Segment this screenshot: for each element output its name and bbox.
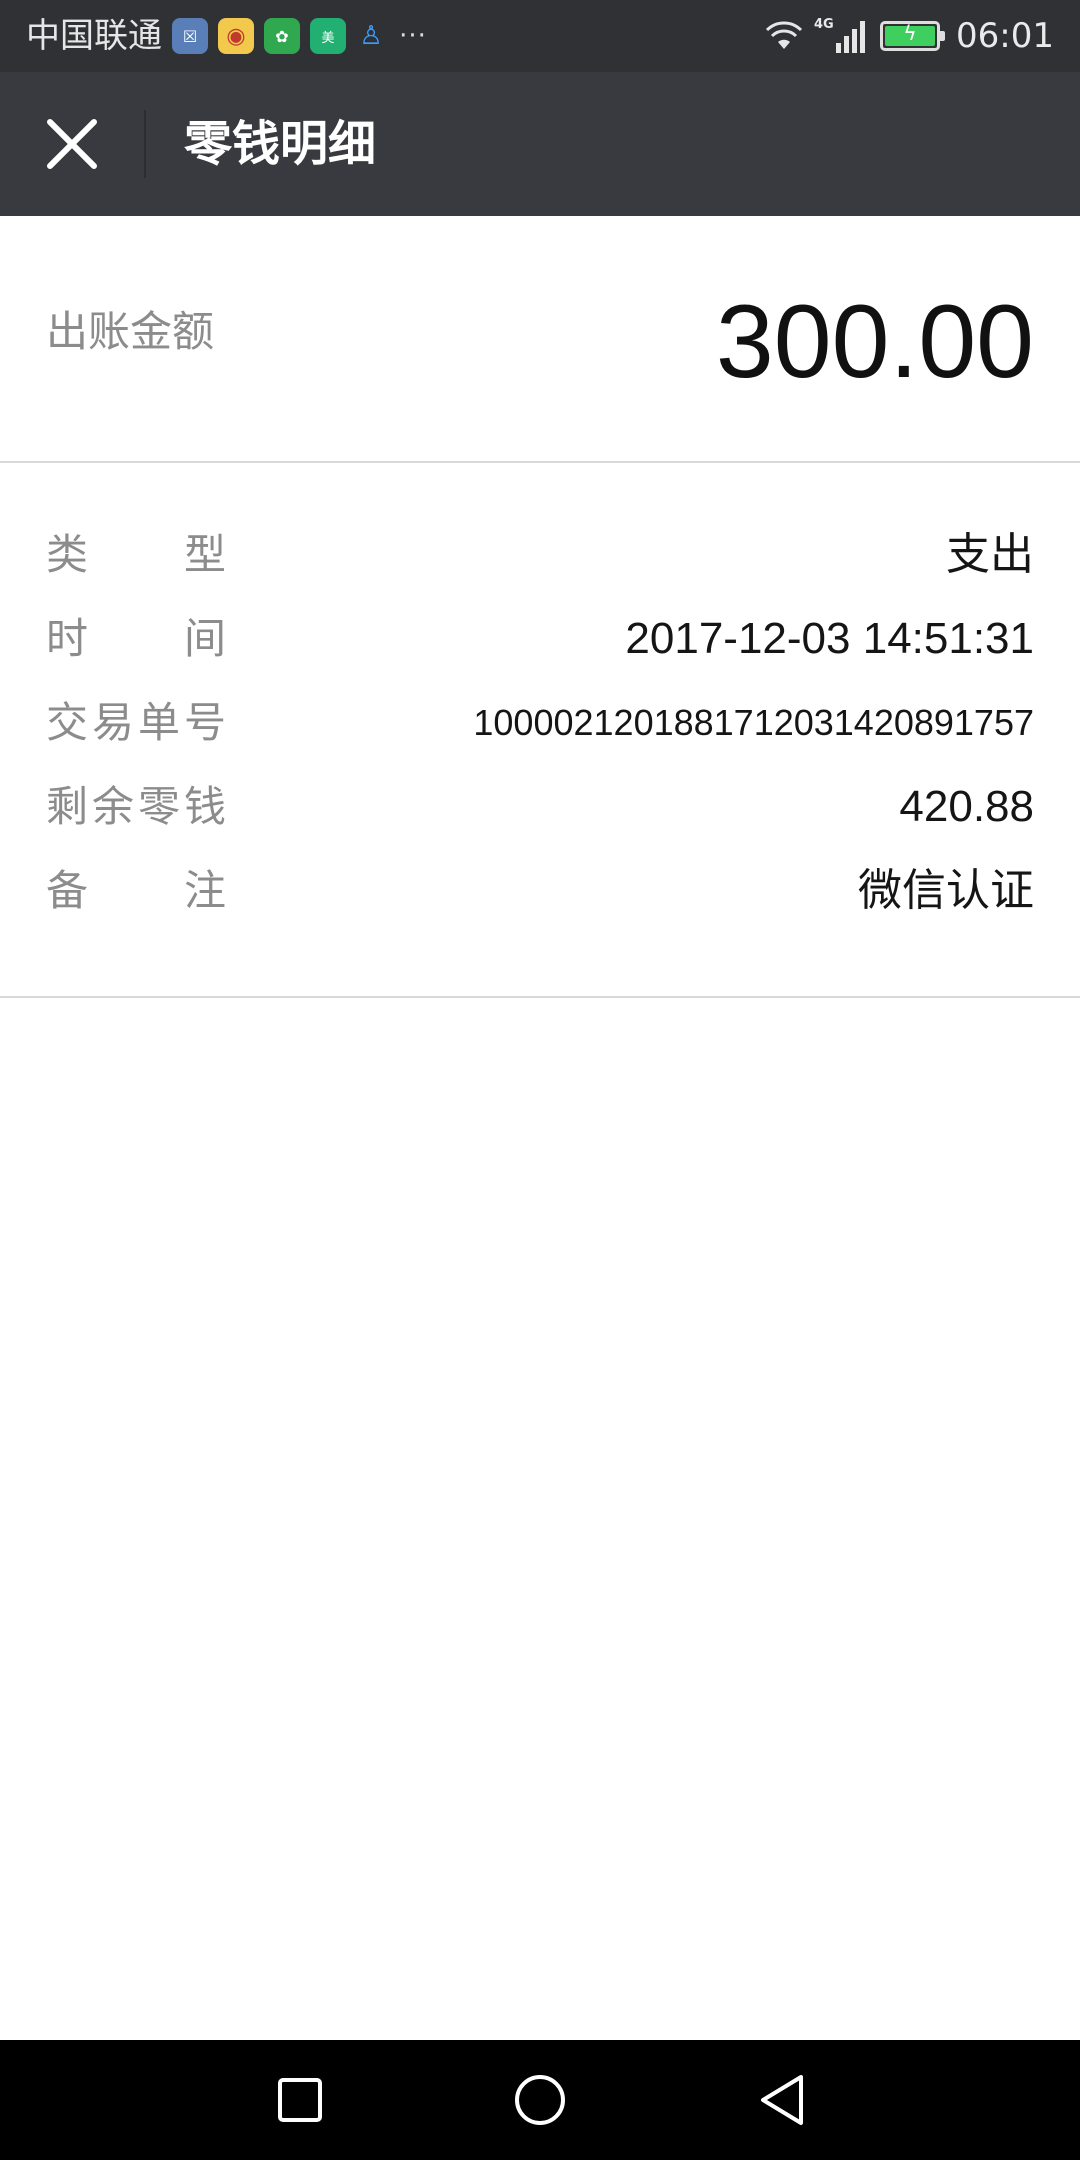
detail-row-remark: 备 注 微信认证 bbox=[0, 849, 1080, 933]
detail-label: 备 注 bbox=[46, 866, 226, 915]
detail-value-type: 支出 bbox=[946, 529, 1034, 580]
wifi-icon bbox=[765, 21, 803, 49]
system-nav-bar bbox=[0, 2040, 1080, 2160]
status-bar: 中国联通 ☒ ◉ ✿ 美 ♙ ··· 4G ϟ 06:01 bbox=[0, 0, 1080, 72]
close-button[interactable] bbox=[36, 108, 108, 180]
detail-value-balance: 420.88 bbox=[899, 782, 1034, 831]
circle-icon bbox=[515, 2075, 565, 2125]
qq-icon: ♙ bbox=[359, 21, 383, 51]
notification-icons: ☒ ◉ ✿ 美 ♙ ··· bbox=[172, 16, 430, 56]
close-icon bbox=[47, 119, 97, 169]
detail-label: 类 型 bbox=[46, 530, 226, 579]
amount-value: 300.00 bbox=[715, 284, 1034, 400]
amount-section: 出账金额 300.00 bbox=[0, 216, 1080, 463]
square-icon bbox=[278, 2078, 322, 2122]
app-icon: ☒ bbox=[172, 18, 208, 54]
detail-value-remark: 微信认证 bbox=[858, 865, 1034, 916]
status-indicators: 4G ϟ 06:01 bbox=[764, 14, 1054, 58]
detail-label: 剩 余 零 钱 bbox=[46, 782, 226, 831]
amount-label: 出账金额 bbox=[46, 307, 215, 356]
clock: 06:01 bbox=[956, 16, 1054, 56]
home-button[interactable] bbox=[510, 2070, 570, 2130]
detail-row-type: 类 型 支出 bbox=[0, 513, 1080, 597]
battery-icon: ϟ bbox=[880, 21, 946, 51]
detail-row-time: 时 间 2017-12-03 14:51:31 bbox=[0, 597, 1080, 681]
triangle-back-icon bbox=[761, 2075, 803, 2125]
meituan-icon: 美 bbox=[310, 18, 346, 54]
carrier-name: 中国联通 bbox=[26, 16, 162, 56]
detail-value-transaction-id: 100002120188171203142089​1757 bbox=[473, 702, 1034, 743]
detail-row-balance: 剩 余 零 钱 420.88 bbox=[0, 765, 1080, 849]
page-title: 零钱明细 bbox=[184, 116, 377, 172]
signal-icon: 4G bbox=[814, 17, 870, 53]
transaction-details: 类 型 支出 时 间 2017-12-03 14:51:31 交 易 单 号 1… bbox=[0, 463, 1080, 998]
detail-label: 交 易 单 号 bbox=[46, 698, 226, 747]
detail-label: 时 间 bbox=[46, 614, 226, 663]
detail-row-transaction-id: 交 易 单 号 100002120188171203142089​1757 bbox=[0, 681, 1080, 765]
detail-value-time: 2017-12-03 14:51:31 bbox=[625, 614, 1034, 663]
app-header: 零钱明细 bbox=[0, 72, 1080, 216]
header-divider bbox=[144, 110, 146, 178]
back-button[interactable] bbox=[752, 2070, 812, 2130]
recent-apps-button[interactable] bbox=[270, 2070, 330, 2130]
more-notifications-icon: ··· bbox=[399, 21, 427, 51]
wechat-pay-icon: ✿ bbox=[264, 18, 300, 54]
network-type: 4G bbox=[814, 17, 834, 32]
weibo-icon: ◉ bbox=[218, 18, 254, 54]
